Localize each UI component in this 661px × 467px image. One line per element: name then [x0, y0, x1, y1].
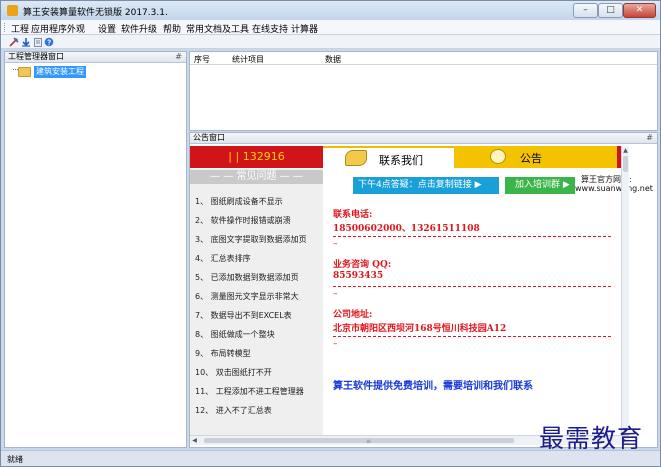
menu-app-appearance[interactable]: 应用程序外观	[31, 22, 85, 35]
faq-item[interactable]: 1、 图纸刷成设备不显示	[195, 196, 283, 207]
address-label: 公司地址:	[333, 310, 373, 320]
notice-tab[interactable]: 公告	[454, 146, 617, 168]
address-value: 北京市朝阳区西坝河168号恒川科技园A12	[333, 324, 507, 334]
project-manager-title: 工程管理器窗口	[8, 52, 64, 61]
bulletin-banner: | | 132916 联系我们 公告	[190, 146, 621, 168]
contact-tab[interactable]: 联系我们	[323, 146, 454, 168]
menu-bar: 工程 应用程序外观 设置 软件升级 帮助 常用文档及工具 在线支持 计算器	[1, 20, 660, 35]
dash-mark: –	[333, 289, 338, 299]
menu-project[interactable]: 工程	[11, 22, 29, 35]
menu-settings[interactable]: 设置	[98, 22, 116, 35]
pin-icon[interactable]: #	[175, 52, 182, 62]
menu-online-support[interactable]: 在线支持	[252, 22, 288, 35]
download-icon[interactable]	[21, 37, 31, 47]
faq-item[interactable]: 9、 布局转模型	[195, 348, 251, 359]
faq-list: — — 常见问题 — — 1、 图纸刷成设备不显示 2、 软件操作时报错或崩溃 …	[190, 169, 323, 435]
faq-item[interactable]: 8、 图纸做成一个整块	[195, 329, 275, 340]
faq-item[interactable]: 5、 已添加数据到数据添加页	[195, 272, 299, 283]
divider	[333, 286, 611, 287]
faq-item[interactable]: 7、 数据导出不到EXCEL表	[195, 310, 292, 321]
grip-icon: ≡	[366, 438, 372, 445]
menu-calculator[interactable]: 计算器	[291, 22, 318, 35]
statistics-grid: 序号 统计项目 数据	[189, 51, 658, 131]
minimize-button[interactable]: –	[573, 3, 598, 18]
faq-heading: — — 常见问题 — —	[190, 170, 323, 184]
contact-section: 下午4点答疑：点击复制链接 ▶ 加入培训群 ▶ 算王官方网站: www.suan…	[323, 169, 653, 435]
app-icon	[7, 5, 18, 16]
tools-icon[interactable]	[9, 37, 19, 47]
title-bar: 算王安装算量软件无锁版 2017.3.1. – □ ✕	[1, 1, 660, 20]
maximize-button[interactable]: □	[598, 3, 623, 18]
folder-icon	[18, 67, 31, 77]
faq-item[interactable]: 6、 测量图元文字显示非常大	[195, 291, 299, 302]
phone-label: 联系电话:	[333, 210, 373, 220]
help-icon[interactable]	[44, 37, 54, 47]
project-manager-header: 工程管理器窗口 #	[5, 52, 186, 63]
column-header-data[interactable]: 数据	[325, 54, 341, 65]
phone-value: 18500602000、13261511108	[333, 224, 480, 234]
vertical-scroll-thumb[interactable]	[623, 156, 628, 172]
tree-item-label: 建筑安装工程	[34, 66, 86, 78]
divider	[333, 336, 611, 337]
training-notice: 算王软件提供免费培训，需要培训和我们联系	[333, 381, 533, 392]
faq-item[interactable]: 11、 工程添加不进工程管理器	[195, 386, 304, 397]
faq-item[interactable]: 2、 软件操作时报错或崩溃	[195, 215, 291, 226]
menu-help[interactable]: 帮助	[163, 22, 181, 35]
faq-item[interactable]: 3、 底图文字提取到数据添加页	[195, 234, 307, 245]
dash-mark: –	[333, 339, 338, 349]
scroll-left-icon[interactable]: ◀	[190, 436, 199, 445]
faq-item[interactable]: 10、 双击图纸打不开	[195, 367, 272, 378]
qq-value: 85593435	[333, 271, 384, 281]
faq-item[interactable]: 4、 汇总表排序	[195, 253, 251, 264]
window-title: 算王安装算量软件无锁版 2017.3.1.	[23, 8, 168, 18]
bulletin-panel: 公告窗口 # | | 132916 联系我们 公告 — — 常见问题 — — 1…	[189, 132, 658, 448]
join-training-button[interactable]: 加入培训群 ▶	[505, 177, 575, 194]
close-button[interactable]: ✕	[623, 3, 656, 18]
qq-label: 业务咨询 QQ:	[333, 260, 392, 270]
project-manager-panel: 工程管理器窗口 # 建筑安装工程	[4, 51, 187, 448]
announcement-icon	[490, 149, 506, 164]
status-text: 就绪	[7, 455, 23, 464]
contact-tab-label: 联系我们	[379, 154, 423, 167]
column-header-index[interactable]: 序号	[194, 54, 210, 65]
visit-counter: | | 132916	[190, 146, 323, 168]
watermark: 最需教育	[539, 424, 644, 453]
column-header-item[interactable]: 统计项目	[232, 54, 264, 65]
app-window: 算王安装算量软件无锁版 2017.3.1. – □ ✕ 工程 应用程序外观 设置…	[0, 0, 661, 467]
pin-icon[interactable]: #	[646, 133, 653, 143]
bulletin-header: 公告窗口 #	[190, 133, 657, 144]
handshake-icon	[345, 150, 367, 166]
toolbar	[1, 35, 660, 49]
copy-link-button[interactable]: 下午4点答疑：点击复制链接 ▶	[353, 177, 499, 194]
bulletin-title: 公告窗口	[193, 133, 225, 142]
official-site-url[interactable]: www.suanwang.net	[575, 184, 653, 193]
faq-item[interactable]: 12、 进入不了汇总表	[195, 405, 272, 416]
divider	[333, 236, 611, 237]
horizontal-scroll-thumb[interactable]: ≡	[204, 438, 514, 445]
menu-docs-tools[interactable]: 常用文档及工具	[186, 22, 249, 35]
scroll-up-icon[interactable]: ▲	[622, 146, 629, 155]
notice-tab-label: 公告	[520, 152, 542, 165]
vertical-scrollbar[interactable]: ▲ ▼	[621, 146, 629, 435]
clipboard-icon[interactable]	[33, 37, 43, 47]
menu-software-upgrade[interactable]: 软件升级	[121, 22, 157, 35]
grid-header: 序号 统计项目 数据	[190, 52, 657, 65]
dash-mark: –	[333, 239, 338, 249]
menu-grip[interactable]	[4, 23, 7, 32]
